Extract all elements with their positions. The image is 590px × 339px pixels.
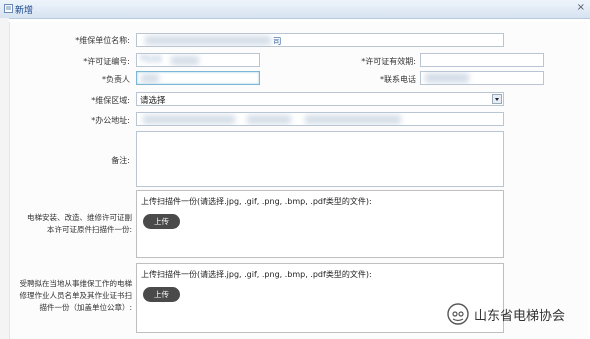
redacted-text (425, 73, 469, 83)
address-input[interactable] (136, 112, 504, 126)
redacted-text (141, 74, 159, 83)
license-no-input[interactable]: TS33 (136, 53, 260, 67)
upload-1-hint: 上传扫描件一份(请选择.jpg, .gif, .png, .bmp, .pdf类… (141, 197, 372, 206)
upload-2-label-line: 修理作业人员名单及其作业证书扫 (19, 291, 133, 300)
owner-input[interactable] (136, 71, 260, 85)
upload-2-button[interactable]: 上传 (143, 287, 180, 302)
note-label: 备注: (111, 156, 130, 165)
unit-name-input[interactable]: 司 (136, 33, 504, 47)
upload-2-label-line: 描件一份（加盖单位公章）: (39, 303, 132, 312)
redacted-text (145, 36, 271, 45)
license-valid-input[interactable] (420, 53, 544, 67)
window-titlebar: 新增 × (0, 0, 590, 19)
license-no-value: TS33 (140, 55, 162, 65)
upload-1-button[interactable]: 上传 (143, 214, 180, 229)
upload-1-box: 上传扫描件一份(请选择.jpg, .gif, .png, .bmp, .pdf类… (136, 190, 504, 258)
license-valid-label: *许可证有效期: (361, 57, 416, 66)
chevron-down-icon[interactable] (492, 94, 502, 104)
redacted-text (171, 56, 199, 65)
window-icon (4, 4, 13, 13)
address-label: *办公地址: (91, 116, 130, 125)
watermark-text: 山东省电梯协会 (474, 309, 566, 324)
area-select[interactable]: 请选择 (136, 92, 504, 106)
upload-1-label: 电梯安装、改造、维修许可证副 本许可证原件扫描件一份: (10, 212, 132, 236)
upload-2-hint: 上传扫描件一份(请选择.jpg, .gif, .png, .bmp, .pdf类… (141, 270, 372, 279)
redacted-text (305, 115, 401, 124)
note-textarea[interactable] (136, 131, 504, 187)
upload-2-label-line: 受聘拟在当地从事维保工作的电梯 (19, 279, 133, 288)
close-icon[interactable]: × (577, 2, 585, 13)
redacted-text (143, 115, 235, 124)
window-title: 新增 (15, 6, 34, 16)
owner-label: *负责人 (102, 75, 130, 84)
wechat-icon (447, 303, 469, 325)
phone-label: *联系电话 (380, 75, 416, 84)
upload-1-label-line: 本许可证原件扫描件一份: (46, 225, 132, 234)
area-select-value: 请选择 (140, 96, 166, 106)
unit-name-value: 司 (273, 37, 282, 47)
phone-input[interactable] (420, 71, 544, 85)
unit-name-label: *维保单位名称: (75, 36, 130, 45)
upload-1-label-line: 电梯安装、改造、维修许可证副 (27, 213, 132, 222)
redacted-text (247, 115, 291, 124)
area-label: *维保区域: (91, 96, 130, 105)
license-no-label: *许可证编号: (83, 57, 130, 66)
upload-2-label: 受聘拟在当地从事维保工作的电梯 修理作业人员名单及其作业证书扫 描件一份（加盖单… (6, 278, 133, 314)
